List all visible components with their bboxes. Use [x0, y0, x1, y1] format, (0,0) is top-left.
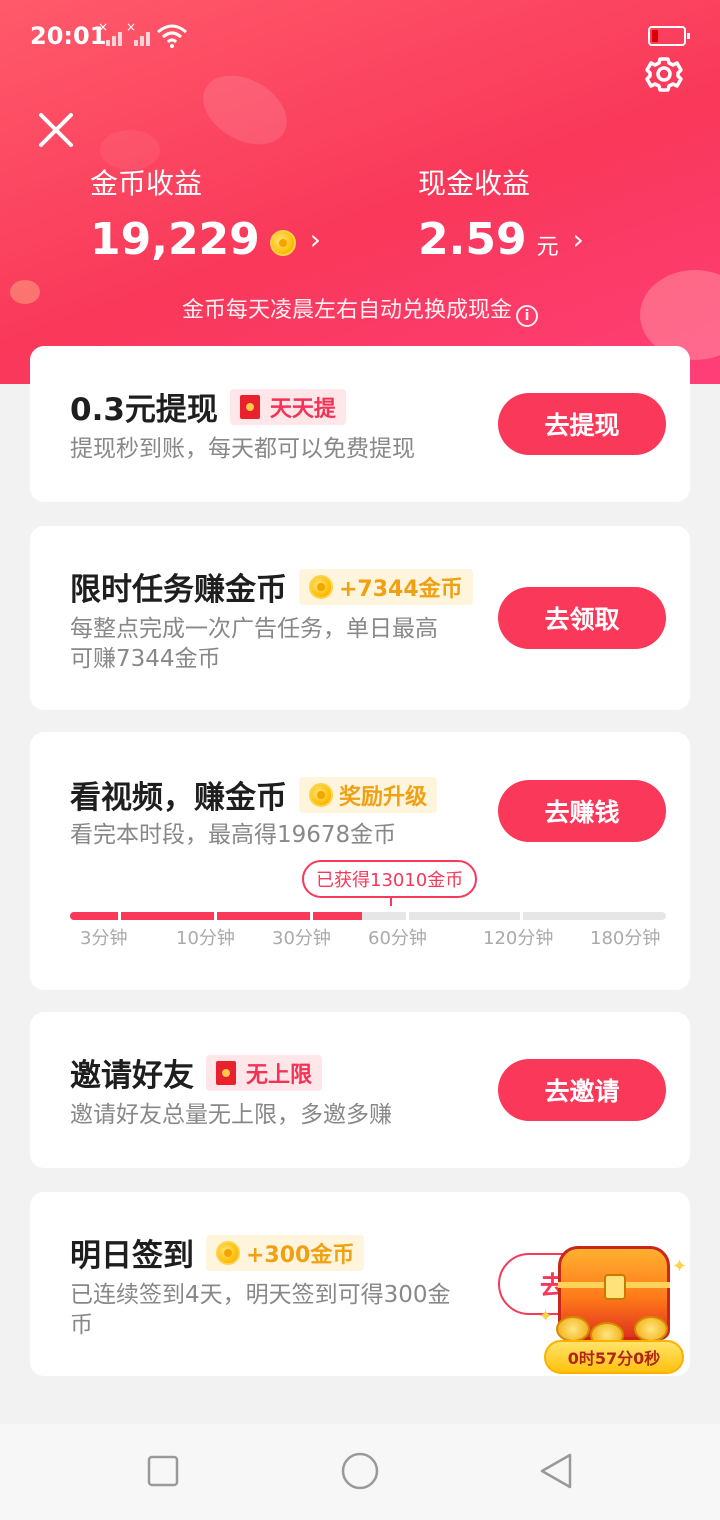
- signin-badge: +300金币: [206, 1234, 365, 1271]
- withdraw-title-row: 0.3元提现 天天提: [70, 384, 346, 429]
- progress-separator: [118, 912, 121, 920]
- progress-separator: [520, 912, 523, 920]
- signin-desc-line: 已连续签到4天，明天签到可得300金: [70, 1282, 451, 1308]
- cash-unit: 元: [536, 234, 559, 260]
- back-icon[interactable]: [538, 1452, 574, 1490]
- system-navigation-bar: [0, 1424, 720, 1520]
- signin-desc: 已连续签到4天，明天签到可得300金 币: [70, 1280, 451, 1340]
- invite-badge-text: 无上限: [246, 1062, 313, 1088]
- coin-earnings-value: 19,229: [90, 214, 260, 265]
- cash-earnings[interactable]: 现金收益 2.59 元 ›: [418, 162, 584, 265]
- progress-tick-label: 180分钟: [590, 928, 661, 949]
- progress-tick-label: 3分钟: [80, 928, 128, 949]
- withdraw-button[interactable]: 去提现: [498, 393, 666, 455]
- progress-tick-label: 30分钟: [272, 928, 331, 949]
- video-badge: 奖励升级: [299, 776, 438, 813]
- progress-tick-label: 10分钟: [176, 928, 235, 949]
- video-title-row: 看视频，赚金币 奖励升级: [70, 772, 438, 817]
- invite-button[interactable]: 去邀请: [498, 1059, 666, 1121]
- progress-separator: [406, 912, 409, 920]
- withdraw-badge-text: 天天提: [269, 396, 336, 422]
- cash-earnings-value: 2.59: [418, 214, 527, 265]
- progress-tick-label: 120分钟: [483, 928, 554, 949]
- home-icon[interactable]: [340, 1451, 380, 1491]
- coin-icon: [216, 1240, 240, 1265]
- treasure-chest-widget[interactable]: ✦ ✦ 0时57分0秒: [538, 1246, 688, 1374]
- coin-icon: [309, 574, 333, 599]
- video-title: 看视频，赚金币: [70, 780, 287, 816]
- signin-title-row: 明日签到 +300金币: [70, 1230, 365, 1275]
- signal-icon: ×: [126, 20, 152, 46]
- wifi-icon: [157, 24, 187, 48]
- chest-countdown: 0时57分0秒: [544, 1340, 684, 1374]
- claim-button[interactable]: 去领取: [498, 587, 666, 649]
- progress-separator: [310, 912, 313, 920]
- battery-level: [652, 30, 658, 42]
- signin-title: 明日签到: [70, 1238, 194, 1274]
- decor-blob: [191, 61, 299, 159]
- chest-lock-icon: [604, 1274, 626, 1300]
- coin-earnings-label: 金币收益: [90, 167, 203, 200]
- red-envelope-icon: [216, 1060, 236, 1085]
- withdraw-badge: 天天提: [229, 388, 346, 425]
- battery-icon: [648, 26, 690, 46]
- earn-money-button[interactable]: 去赚钱: [498, 780, 666, 842]
- limited-task-badge: +7344金币: [299, 568, 473, 605]
- signal-icon: ×: [98, 20, 124, 46]
- coin-icon: [309, 782, 333, 807]
- invite-badge: 无上限: [206, 1054, 323, 1091]
- limited-task-badge-text: +7344金币: [339, 576, 463, 602]
- invite-title: 邀请好友: [70, 1058, 194, 1094]
- limited-task-desc-line: 每整点完成一次广告任务，单日最高: [70, 616, 438, 642]
- sparkle-icon: ✦: [672, 1256, 688, 1277]
- chevron-right-icon: ›: [572, 223, 584, 256]
- coin-earnings[interactable]: 金币收益 19,229 ›: [90, 162, 321, 265]
- limited-task-desc: 每整点完成一次广告任务，单日最高 可赚7344金币: [70, 614, 438, 674]
- exchange-notice-text: 金币每天凌晨左右自动兑换成现金: [181, 298, 512, 323]
- withdraw-card: 0.3元提现 天天提 提现秒到账，每天都可以免费提现 去提现: [30, 346, 690, 502]
- limited-task-desc-line: 可赚7344金币: [70, 646, 221, 672]
- video-card: 看视频，赚金币 奖励升级 看完本时段，最高得19678金币 去赚钱 已获得130…: [30, 732, 690, 990]
- earnings-header: 20:01 × × 金币收益 19,229 › 现金收益 2.59 元 › 金币…: [0, 0, 720, 384]
- video-desc: 看完本时段，最高得19678金币: [70, 822, 397, 848]
- progress-tick-label: 60分钟: [368, 928, 427, 949]
- signin-badge-text: +300金币: [246, 1242, 355, 1268]
- status-bar: 20:01 × ×: [0, 0, 720, 72]
- invite-desc: 邀请好友总量无上限，多邀多赚: [70, 1102, 392, 1128]
- limited-task-title-row: 限时任务赚金币 +7344金币: [70, 564, 473, 609]
- recent-apps-icon[interactable]: [146, 1454, 180, 1488]
- progress-separator: [214, 912, 217, 920]
- invite-title-row: 邀请好友 无上限: [70, 1050, 323, 1095]
- progress-tooltip: 已获得13010金币: [302, 860, 478, 906]
- withdraw-title: 0.3元提现: [70, 392, 218, 428]
- limited-task-card: 限时任务赚金币 +7344金币 每整点完成一次广告任务，单日最高 可赚7344金…: [30, 526, 690, 710]
- signin-desc-line: 币: [70, 1312, 93, 1338]
- limited-task-title: 限时任务赚金币: [70, 572, 287, 608]
- video-badge-text: 奖励升级: [339, 784, 428, 810]
- red-envelope-icon: [239, 394, 260, 419]
- exchange-notice[interactable]: 金币每天凌晨左右自动兑换成现金 i: [0, 292, 720, 327]
- invite-card: 邀请好友 无上限 邀请好友总量无上限，多邀多赚 去邀请: [30, 1012, 690, 1168]
- coin-icon: [269, 229, 296, 256]
- withdraw-desc: 提现秒到账，每天都可以免费提现: [70, 436, 415, 462]
- info-icon[interactable]: i: [516, 305, 538, 327]
- cash-earnings-label: 现金收益: [418, 167, 531, 200]
- chevron-right-icon: ›: [309, 223, 321, 256]
- settings-gear-icon[interactable]: [642, 52, 686, 96]
- video-progress-bar: [70, 912, 666, 920]
- close-icon[interactable]: [36, 110, 76, 150]
- status-time: 20:01: [30, 22, 107, 50]
